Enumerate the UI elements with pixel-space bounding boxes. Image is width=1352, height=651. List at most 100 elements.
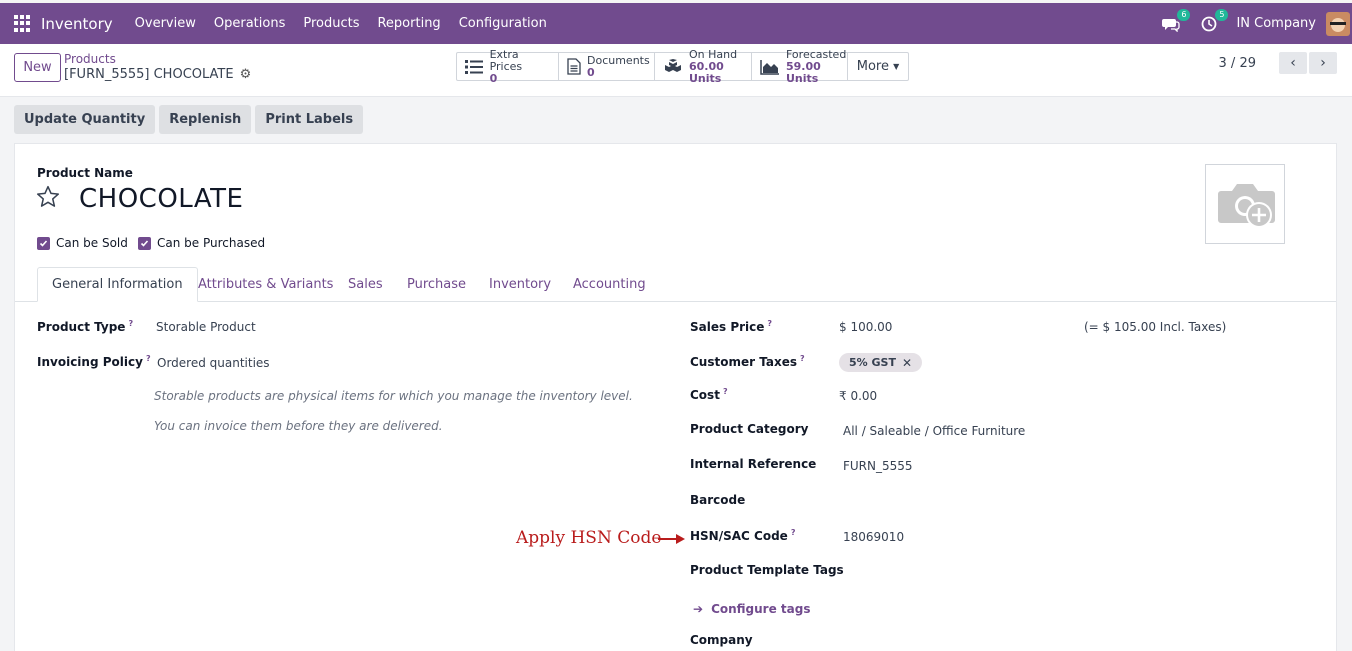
- invoicing-policy-label: Invoicing Policy?: [37, 354, 151, 369]
- product-name-field[interactable]: CHOCOLATE: [79, 184, 243, 214]
- tab-inventory[interactable]: Inventory: [489, 267, 551, 302]
- help-icon[interactable]: ?: [800, 354, 805, 363]
- more-label: More: [856, 59, 889, 74]
- product-category-label: Product Category: [690, 422, 809, 436]
- control-panel: New Products [FURN_5555] CHOCOLATE ⚙ Extr…: [0, 44, 1352, 97]
- can-be-purchased-checkbox[interactable]: Can be Purchased: [138, 236, 265, 250]
- company-switcher[interactable]: IN Company: [1236, 16, 1316, 31]
- tab-attributes-variants[interactable]: Attributes & Variants: [198, 267, 333, 302]
- barcode-field[interactable]: [843, 493, 1143, 509]
- hsn-code-label-text: HSN/SAC Code: [690, 529, 788, 543]
- cost-field[interactable]: ₹ 0.00: [839, 389, 877, 403]
- annotation-arrow-line: [658, 538, 678, 540]
- internal-reference-label: Internal Reference: [690, 457, 817, 471]
- apps-grid-icon[interactable]: [14, 14, 32, 33]
- documents-label: Documents: [587, 53, 650, 67]
- activities-badge: 5: [1215, 8, 1229, 21]
- tab-accounting[interactable]: Accounting: [573, 267, 646, 302]
- new-button[interactable]: New: [14, 53, 61, 82]
- tab-general-information[interactable]: General Information: [37, 267, 198, 302]
- sales-price-label: Sales Price?: [690, 319, 772, 334]
- tax-tag[interactable]: 5% GST ✕: [839, 353, 923, 372]
- product-name-label: Product Name: [37, 166, 133, 180]
- app-name[interactable]: Inventory: [41, 15, 113, 33]
- tab-purchase[interactable]: Purchase: [407, 267, 466, 302]
- messages-button[interactable]: 6: [1160, 8, 1191, 35]
- product-image-upload[interactable]: [1205, 164, 1285, 244]
- hsn-annotation-text: Apply HSN Code: [516, 528, 662, 548]
- product-type-help-text: Storable products are physical items for…: [154, 389, 633, 403]
- on-hand-value: 60.00 Units: [689, 59, 724, 85]
- company-label: Company: [690, 633, 753, 647]
- update-quantity-button[interactable]: Update Quantity: [14, 105, 156, 134]
- annotation-arrow-icon: [676, 534, 685, 544]
- arrow-right-icon: ➔: [693, 602, 704, 616]
- help-icon[interactable]: ?: [146, 354, 151, 363]
- help-icon[interactable]: ?: [767, 319, 772, 328]
- can-be-purchased-label: Can be Purchased: [157, 236, 266, 250]
- menu-operations[interactable]: Operations: [214, 16, 285, 31]
- can-be-sold-checkbox[interactable]: Can be Sold: [37, 236, 128, 250]
- menu-overview[interactable]: Overview: [135, 16, 196, 31]
- user-avatar[interactable]: [1326, 11, 1350, 36]
- menu-products[interactable]: Products: [303, 16, 359, 31]
- invoicing-policy-label-text: Invoicing Policy: [37, 355, 143, 369]
- gear-icon[interactable]: ⚙: [240, 67, 252, 82]
- customer-taxes-label-text: Customer Taxes: [690, 355, 797, 369]
- activities-button[interactable]: 5: [1198, 8, 1229, 35]
- incl-taxes-text: (= $ 105.00 Incl. Taxes): [1084, 320, 1227, 334]
- form-sheet: Product Name CHOCOLATE Can be Sold Can b…: [14, 143, 1337, 651]
- hsn-code-field[interactable]: 18069010: [843, 530, 904, 544]
- documents-value: 0: [587, 65, 595, 79]
- breadcrumb-products[interactable]: Products: [64, 52, 116, 66]
- document-icon: [567, 58, 581, 76]
- menu-reporting[interactable]: Reporting: [377, 16, 440, 31]
- pager-value[interactable]: 3 / 29: [1219, 56, 1256, 71]
- list-icon: [465, 58, 484, 76]
- replenish-button[interactable]: Replenish: [159, 105, 252, 134]
- hsn-code-label: HSN/SAC Code?: [690, 528, 795, 543]
- help-icon[interactable]: ?: [791, 528, 796, 537]
- area-chart-icon: [760, 58, 780, 76]
- product-type-field[interactable]: Storable Product: [156, 320, 256, 334]
- caret-down-icon: ▼: [893, 62, 900, 71]
- chevron-left-icon: ‹: [1290, 55, 1296, 71]
- tab-sales[interactable]: Sales: [348, 267, 383, 302]
- star-icon[interactable]: [35, 184, 61, 214]
- documents-button[interactable]: Documents 0: [559, 53, 655, 80]
- camera-plus-icon: [1218, 184, 1275, 228]
- top-navbar: Inventory Overview Operations Products R…: [0, 0, 1352, 44]
- cubes-icon: [663, 58, 683, 76]
- help-icon[interactable]: ?: [723, 387, 728, 396]
- on-hand-button[interactable]: On Hand 60.00 Units: [655, 48, 752, 84]
- product-type-label-text: Product Type: [37, 320, 126, 334]
- check-icon: [138, 236, 151, 250]
- product-category-field[interactable]: All / Saleable / Office Furniture: [843, 424, 1025, 438]
- pager-previous-button[interactable]: ‹: [1279, 52, 1307, 74]
- forecasted-button[interactable]: Forecasted 59.00 Units: [752, 48, 848, 84]
- configure-tags-link[interactable]: ➔ Configure tags: [693, 602, 810, 616]
- invoicing-policy-field[interactable]: Ordered quantities: [157, 356, 270, 370]
- internal-reference-field[interactable]: FURN_5555: [843, 459, 913, 473]
- menu-configuration[interactable]: Configuration: [459, 16, 547, 31]
- more-dropdown[interactable]: More ▼: [848, 53, 908, 80]
- template-tags-label: Product Template Tags: [690, 563, 844, 577]
- extra-prices-button[interactable]: Extra Prices 0: [457, 48, 559, 84]
- chevron-right-icon: ›: [1320, 55, 1326, 71]
- help-icon[interactable]: ?: [128, 319, 133, 328]
- messages-badge: 6: [1177, 8, 1191, 21]
- close-icon[interactable]: ✕: [902, 356, 912, 370]
- sales-price-label-text: Sales Price: [690, 320, 765, 334]
- smart-buttons: Extra Prices 0 Documents 0 On Hand 60.00 Un…: [456, 48, 909, 84]
- configure-tags-label: Configure tags: [711, 602, 811, 616]
- barcode-label: Barcode: [690, 493, 746, 507]
- breadcrumb-current: [FURN_5555] CHOCOLATE ⚙: [64, 67, 251, 82]
- invoicing-help-text: You can invoice them before they are del…: [154, 419, 443, 433]
- product-type-label: Product Type?: [37, 319, 133, 334]
- breadcrumb-current-label: [FURN_5555] CHOCOLATE: [64, 67, 234, 82]
- pager-next-button[interactable]: ›: [1309, 52, 1337, 74]
- extra-prices-label: Extra Prices: [489, 47, 523, 73]
- forecasted-value: 59.00 Units: [786, 59, 821, 85]
- print-labels-button[interactable]: Print Labels: [255, 105, 364, 134]
- sales-price-field[interactable]: $ 100.00: [839, 320, 892, 334]
